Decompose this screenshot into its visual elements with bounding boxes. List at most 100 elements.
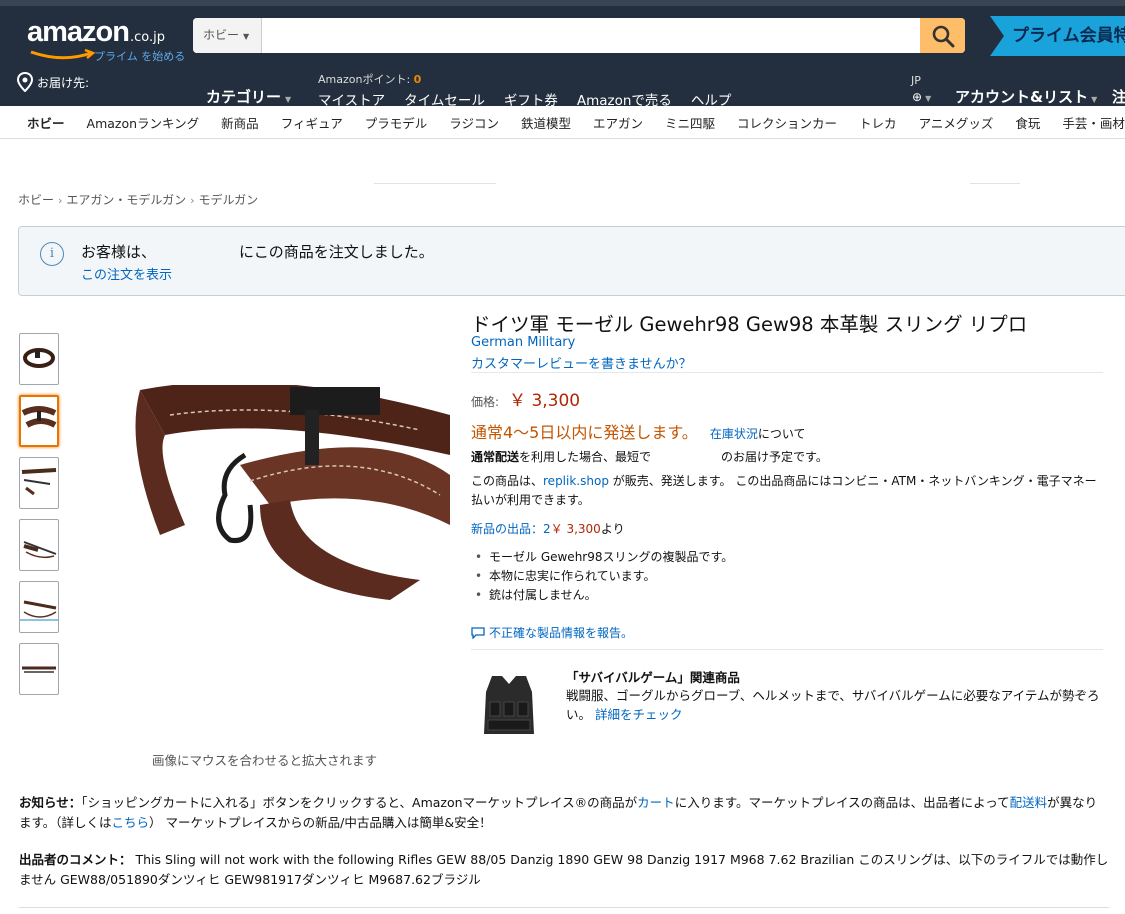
divider: [970, 183, 1020, 184]
price-row: 価格: ￥ 3,300: [471, 386, 580, 411]
divider: [471, 372, 1103, 373]
thumbnail-6[interactable]: [19, 643, 59, 695]
price-value: ￥ 3,300: [509, 391, 581, 411]
order-notice-text: お客様は、 にこの商品を注文しました。: [81, 241, 434, 262]
prime-start-link[interactable]: プライム を始める: [94, 48, 185, 64]
search-input[interactable]: [263, 18, 919, 53]
search-category-select[interactable]: ホビー ▼: [193, 18, 262, 53]
stock-status-link[interactable]: 在庫状況: [710, 427, 758, 441]
top-nav-bar: amazon.co.jp プライム を始める ホビー ▼ プライム会員特 お届け先…: [0, 0, 1125, 109]
subnav-item-collection-car[interactable]: コレクションカー: [737, 113, 837, 132]
thumbnail-3[interactable]: [19, 457, 59, 509]
location-pin-icon: [16, 72, 34, 92]
breadcrumb: ホビー › エアガン・モデルガン › モデルガン: [18, 191, 258, 208]
normal-shipping-end: のお届け予定です。: [721, 450, 828, 464]
subnav-item-airgun[interactable]: エアガン: [593, 113, 643, 132]
price-label: 価格:: [471, 395, 500, 409]
subnav-item-trading-card[interactable]: トレカ: [859, 113, 897, 132]
logo-tld: .co.jp: [129, 30, 165, 45]
list-item: 本物に忠実に作られています。: [471, 567, 733, 586]
language-selector[interactable]: ⊕ ▼: [912, 90, 931, 104]
details-check-link[interactable]: 詳細をチェック: [595, 707, 683, 722]
main-product-image[interactable]: [120, 385, 450, 610]
rifle-thumbnail-image: [23, 541, 57, 559]
report-incorrect-info[interactable]: 不正確な製品情報を報告。: [471, 624, 633, 641]
search-bar: ホビー ▼: [193, 18, 965, 53]
thumbnail-4[interactable]: [19, 519, 59, 571]
shipping-fee-link[interactable]: 配送料: [1010, 795, 1048, 810]
subnav-item-craft[interactable]: 手芸・画材: [1062, 113, 1125, 132]
seller-comment: 出品者のコメント： This Sling will not work with …: [19, 850, 1109, 890]
vest-image: [484, 676, 534, 734]
related-products-desc: 戦闘服、ゴーグルからグローブ、ヘルメットまで、サバイバルゲームに必要なアイテムが…: [566, 686, 1106, 724]
thumbnail-5[interactable]: [19, 581, 59, 633]
seller-info: この商品は、replik.shop が販売、発送します。 この出品商品にはコンビ…: [471, 472, 1103, 510]
amazon-points[interactable]: Amazonポイント: 0: [318, 71, 421, 87]
thumbnail-2[interactable]: [19, 395, 59, 447]
chevron-right-icon: ›: [58, 194, 63, 207]
zoom-hint: 画像にマウスを合わせると拡大されます: [152, 753, 378, 768]
seller-comment-label: 出品者のコメント：: [19, 852, 132, 867]
product-title: ドイツ軍 モーゼル Gewehr98 Gew98 本革製 スリング リプロ: [471, 313, 1028, 336]
category-subnav: ホビー Amazonランキング 新商品 フィギュア プラモデル ラジコン 鉄道模…: [0, 106, 1125, 139]
search-button[interactable]: [920, 18, 965, 53]
seller-comment-text: This Sling will not work with the follow…: [19, 852, 1109, 887]
divider: [471, 649, 1103, 650]
marketplace-notice: お知らせ：「ショッピングカートに入れる」ボタンをクリックすると、Amazonマー…: [19, 793, 1109, 833]
breadcrumb-airgun[interactable]: エアガン・モデルガン: [66, 193, 186, 207]
subnav-item-plamodel[interactable]: プラモデル: [365, 113, 428, 132]
language-label[interactable]: JP: [911, 74, 921, 87]
breadcrumb-modelgun[interactable]: モデルガン: [198, 193, 258, 207]
shipping-availability: 通常4～5日以内に発送します。 在庫状況について: [471, 419, 806, 443]
write-review-link[interactable]: カスタマーレビューを書きませんか？: [471, 353, 692, 372]
subnav-item-radicon[interactable]: ラジコン: [449, 113, 499, 132]
caret-down-icon: ▼: [1091, 95, 1098, 104]
subnav-item-anime-goods[interactable]: アニメグッズ: [919, 113, 994, 132]
new-offers-label: 新品の出品：2: [471, 522, 551, 536]
subnav-item-candy-toy[interactable]: 食玩: [1015, 113, 1040, 132]
divider: [374, 183, 496, 184]
globe-icon: ⊕: [912, 90, 923, 104]
new-offers-price: ￥ 3,300: [550, 522, 601, 536]
breadcrumb-hobby[interactable]: ホビー: [18, 193, 54, 207]
seller-link[interactable]: replik.shop: [543, 474, 609, 488]
subnav-item-mini4wd[interactable]: ミニ四駆: [665, 113, 715, 132]
details-here-link[interactable]: こちら: [112, 815, 150, 830]
notice-prefix: お客様は、: [81, 243, 157, 261]
list-item: モーゼル Gewehr98スリングの複製品です。: [471, 548, 733, 567]
notice-suffix: にこの商品を注文しました。: [239, 243, 434, 261]
tactical-vest-image[interactable]: [474, 672, 544, 738]
points-value: 0: [413, 73, 422, 86]
normal-shipping-bold: 通常配送: [471, 450, 520, 464]
account-lists-label: アカウント&リスト: [955, 88, 1089, 106]
notice-text: ） マーケットプレイスからの新品/中古品購入は簡単&安全！: [149, 815, 492, 830]
sling-thumbnail-image: [23, 348, 55, 368]
search-category-label: ホビー: [203, 28, 240, 42]
rifle-thumbnail-image: [21, 468, 57, 496]
divider: [19, 907, 1109, 908]
subnav-item-ranking[interactable]: Amazonランキング: [87, 113, 200, 132]
subnav-item-hobby[interactable]: ホビー: [27, 113, 65, 132]
leather-sling-image: [120, 385, 450, 610]
caret-down-icon: ▼: [243, 32, 250, 41]
chevron-right-icon: ›: [190, 194, 195, 207]
amazon-logo[interactable]: amazon.co.jp プライム を始める: [27, 16, 185, 63]
rifle-thumbnail-image: [20, 600, 58, 621]
orders-link[interactable]: 注: [1112, 86, 1125, 107]
thumbnail-1[interactable]: [19, 333, 59, 385]
brand-link[interactable]: German Military: [471, 335, 575, 350]
subnav-item-new[interactable]: 新商品: [221, 113, 259, 132]
prime-banner[interactable]: プライム会員特: [990, 16, 1125, 56]
seller-prefix: この商品は、: [471, 474, 544, 488]
new-offers-link[interactable]: 新品の出品：2￥ 3,300より: [471, 520, 625, 537]
view-order-link[interactable]: この注文を表示: [81, 264, 172, 283]
subnav-item-railway[interactable]: 鉄道模型: [521, 113, 571, 132]
subnav-item-figure[interactable]: フィギュア: [281, 113, 343, 132]
deliver-to[interactable]: お届け先:: [16, 72, 89, 92]
account-lists-menu[interactable]: アカウント&リスト ▼: [955, 86, 1097, 107]
notice-label: お知らせ：: [19, 795, 82, 810]
category-menu[interactable]: カテゴリー ▼: [206, 86, 291, 107]
cart-link[interactable]: カート: [637, 795, 675, 810]
smile-arrow-icon: [30, 49, 96, 60]
order-notice-box: i お客様は、 にこの商品を注文しました。 この注文を表示: [18, 226, 1125, 296]
